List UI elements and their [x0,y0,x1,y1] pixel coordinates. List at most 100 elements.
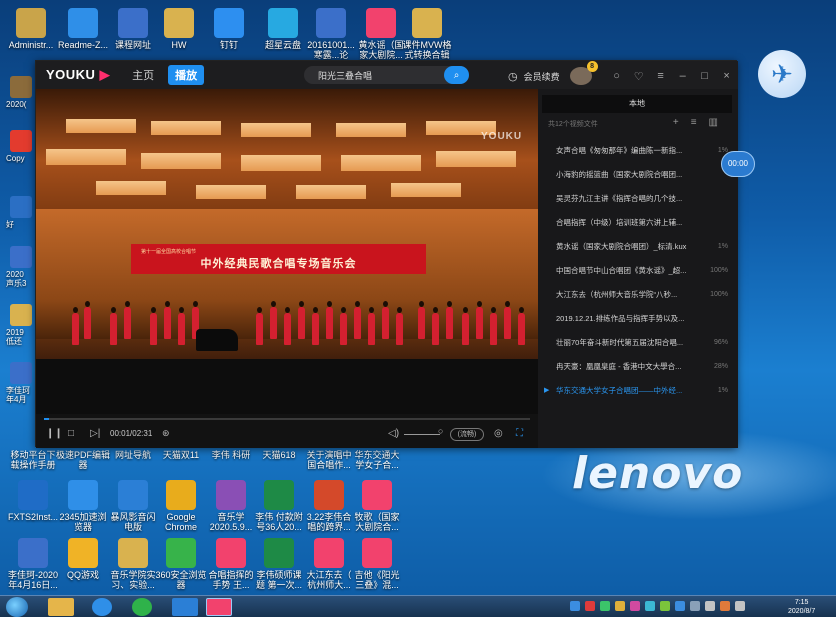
maximize-icon[interactable]: □ [700,70,710,82]
word-doc-icon [18,538,48,568]
desktop-icon[interactable]: 吉他《阳光 三叠》混... [346,538,408,590]
tray-icon[interactable] [585,601,595,611]
menu-icon[interactable]: ≡ [656,70,666,82]
desktop-icon[interactable]: 课件MVW格 式转换合辑 [396,8,458,60]
sort-icon[interactable]: ≡ [691,117,709,128]
playlist-item[interactable]: 黄水谣（国家大剧院合唱团）_标清.kux 1% [538,235,738,259]
ceiling-panel [336,123,406,137]
playlist-panel: 本地 共12个视频文件 +≡▥ 女声合唱《匆匆那年》编曲陈一新指... 1% 小海豹… [538,89,738,448]
taskbar-explorer-icon[interactable] [48,598,74,616]
taskbar-media-icon[interactable] [132,598,152,616]
tray-icon[interactable] [600,601,610,611]
fullscreen-icon[interactable]: ⛶ [516,428,523,439]
avatar[interactable]: 8 [569,61,598,85]
tray-icon[interactable] [735,601,745,611]
ceiling-panel [241,155,321,171]
history-clock-icon[interactable]: ◷ [508,70,518,83]
winrar-icon [216,480,246,510]
playlist-item[interactable]: 吴灵芬九江主讲《指挥合唱的几个技... [538,187,738,211]
youku-video-icon [366,8,396,38]
trash-icon[interactable]: ▥ [709,117,730,128]
speed-icon[interactable]: ⊛ [162,428,170,439]
progress-bar[interactable] [44,418,530,420]
desktop-icon-label: 钉钉 [219,40,238,50]
playlist-item[interactable]: 壮丽70年奋斗新时代第五届沈阳合唱... 96% [538,331,738,355]
tab-home[interactable]: 主页 [132,67,154,83]
next-icon[interactable]: ▷| [90,428,100,439]
choir-singer [124,301,131,339]
refresh-icon[interactable]: ○ [612,70,622,82]
choir-singers [66,299,536,349]
playlist-item-progress: 1% [717,387,728,394]
playlist-item[interactable]: 小海豹的摇篮曲（国家大剧院合唱团... [538,163,738,187]
choir-singer [418,301,425,339]
desktop-icon[interactable]: 钉钉 [198,8,260,50]
concert-banner: 第十一届全国高校合唱节 中外经典民歌合唱专场音乐会 [131,244,426,274]
start-button[interactable] [6,597,28,617]
vip-renew-link[interactable]: 会员续费 [524,70,560,83]
choir-singer [432,307,439,345]
playlist-item[interactable]: 合唱指挥（中级）培训班第六讲上辅... [538,211,738,235]
tray-icon[interactable] [720,601,730,611]
folder-icon [412,8,442,38]
settings-icon[interactable]: ◎ [494,428,503,439]
close-icon[interactable]: × [722,70,732,82]
banner-title: 中外经典民歌合唱专场音乐会 [200,257,357,270]
stop-icon[interactable]: □ [68,428,74,439]
ppt-icon [314,480,344,510]
volume-slider[interactable] [404,434,440,435]
volume-icon[interactable]: ◁) [388,428,399,439]
playlist-item[interactable]: 2019.12.21.排练作品与指挥手势以及... [538,307,738,331]
tray-icon[interactable] [660,601,670,611]
ceiling-panel [96,181,166,195]
volume-knob[interactable]: ○ [438,426,443,436]
clock-time: 7:15 [794,599,809,606]
youku-logo[interactable]: YOUKU ▶ [46,67,110,83]
playlist-item[interactable]: ▶ 华东交通大学女子合唱团——中外经... 1% [538,379,738,403]
tray-icon[interactable] [570,601,580,611]
file-icon [10,196,32,218]
minimize-icon[interactable]: – [678,70,688,82]
tray-icon[interactable] [615,601,625,611]
choir-singer [476,301,483,339]
video-viewport[interactable]: 第十一届全国高校合唱节 中外经典民歌合唱专场音乐会 YOUKU [36,89,538,414]
playlist-tab-local[interactable]: 本地 [542,95,732,113]
tray-icon[interactable] [630,601,640,611]
search-icon: ⌕ [453,69,460,81]
tray-icon[interactable] [675,601,685,611]
playlist-items: 女声合唱《匆匆那年》编曲陈一新指... 1% 小海豹的摇篮曲（国家大剧院合唱团...… [538,139,738,403]
add-icon[interactable]: + [673,117,691,128]
taskbar-ie-icon[interactable] [92,598,112,616]
tray-icon[interactable] [645,601,655,611]
tray-icon[interactable] [705,601,715,611]
bird-app-icon[interactable]: ✈ [758,50,806,98]
taskbar-youku-icon[interactable] [206,598,232,616]
playback-time: 00:01/02:31 [110,429,153,438]
taskbar-player-icon[interactable] [172,598,198,616]
playlist-item[interactable]: 大江东去（杭州师大音乐学院“八秒... 100% [538,283,738,307]
pause-icon[interactable]: ❙❙ [46,428,63,439]
search-button[interactable]: ⌕ [444,66,469,84]
now-playing-icon: ▶ [544,387,550,394]
playlist-item[interactable]: 中国合唱节中山合唱团《黄水谣》_超... 100% [538,259,738,283]
desktop-icon-label: 牧歌（国家 大剧院合... [354,512,400,532]
desktop-icon-label: 华东交通大 学女子合... [354,450,400,470]
choir-singer [462,307,469,345]
choir-singer [326,301,333,339]
desktop-icon[interactable]: 牧歌（国家 大剧院合... [346,480,408,532]
choir-singer [446,301,453,339]
ceiling-panel [241,123,311,137]
tab-play[interactable]: 播放 [168,65,205,85]
skin-icon[interactable]: ♡ [634,70,644,83]
taskbar-clock[interactable]: 7:15 2020/8/7 [788,598,815,616]
playlist-item[interactable]: 冉天豪：凰凰臬庭 - 香港中文大學合... 28% [538,355,738,379]
floating-timer-bubble[interactable]: 00:00 [721,151,755,177]
vip-level-badge: 8 [586,61,598,72]
folder-icon [118,538,148,568]
choir-singer [110,307,117,345]
playlist-item-title: 小海豹的摇篮曲（国家大剧院合唱团... [556,170,683,179]
tray-icon[interactable] [690,601,700,611]
playlist-item-progress: 96% [713,339,728,346]
quality-button[interactable]: (流畅) [450,428,484,441]
playlist-item[interactable]: 女声合唱《匆匆那年》编曲陈一新指... 1% [538,139,738,163]
